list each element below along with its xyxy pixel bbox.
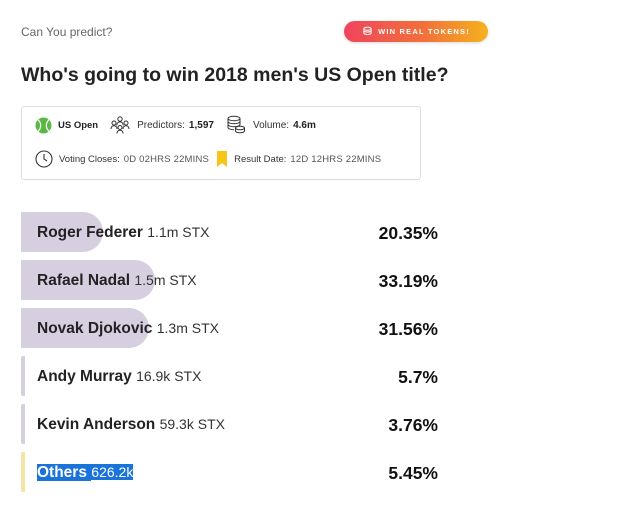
option-amount: 16.9k STX <box>136 368 202 384</box>
option-amount: 59.3k STX <box>159 416 225 432</box>
option-percent: 5.7% <box>398 367 438 387</box>
coin-stack-icon <box>362 26 373 37</box>
option-row[interactable]: Andy Murray 16.9k STX 5.7% <box>21 356 441 396</box>
option-name: Rafael Nadal <box>37 272 131 289</box>
info-row-stats: US Open Predictors: 1,597 Volume: 4.6m <box>35 115 316 135</box>
option-amount: 1.3m STX <box>156 320 219 336</box>
win-tokens-button[interactable]: WIN REAL TOKENS! <box>344 21 488 42</box>
clock-icon <box>35 150 53 168</box>
option-row[interactable]: Rafael Nadal 1.5m STX 33.19% <box>21 260 441 300</box>
page-title: Who's going to win 2018 men's US Open ti… <box>21 64 449 86</box>
voting-label: Voting Closes: <box>59 153 120 165</box>
option-percent: 20.35% <box>378 223 438 243</box>
option-amount: 1.1m STX <box>147 224 210 240</box>
eyebrow-text: Can You predict? <box>21 25 113 39</box>
option-share-bar <box>21 356 25 396</box>
option-name: Others <box>37 464 87 481</box>
voting-value: 0D 02HRS 22MINS <box>123 153 210 165</box>
predictors-value: 1,597 <box>188 119 214 131</box>
option-share-bar <box>21 404 25 444</box>
predictors-label: Predictors: <box>137 119 185 131</box>
option-row[interactable]: Kevin Anderson 59.3k STX 3.76% <box>21 404 441 444</box>
option-percent: 3.76% <box>388 415 438 435</box>
coin-stack-icon <box>226 115 246 135</box>
volume-label: Volume: <box>252 119 290 131</box>
option-share-bar <box>21 452 25 492</box>
option-name: Andy Murray <box>37 368 132 385</box>
option-amount: 1.5m STX <box>134 272 197 288</box>
option-percent: 33.19% <box>378 271 438 291</box>
info-row-dates: Voting Closes: 0D 02HRS 22MINS Result Da… <box>35 149 381 169</box>
option-row[interactable]: Others 626.2k 5.45% <box>21 452 441 492</box>
option-percent: 31.56% <box>378 319 438 339</box>
option-name: Kevin Anderson <box>37 416 156 433</box>
event-info-card: US Open Predictors: 1,597 Volume: 4.6m V… <box>21 106 421 180</box>
option-name: Roger Federer <box>37 224 143 241</box>
tennis-ball-icon <box>35 117 52 134</box>
option-amount: 626.2k <box>91 464 134 480</box>
result-label: Result Date: <box>234 153 287 165</box>
option-percent: 5.45% <box>388 463 438 483</box>
promo-label: WIN REAL TOKENS! <box>378 27 470 36</box>
option-row[interactable]: Novak Djokovic 1.3m STX 31.56% <box>21 308 441 348</box>
option-row[interactable]: Roger Federer 1.1m STX 20.35% <box>21 212 441 252</box>
people-group-icon <box>110 116 130 134</box>
bookmark-icon <box>216 151 228 167</box>
volume-value: 4.6m <box>293 119 316 131</box>
prediction-page: Can You predict? WIN REAL TOKENS! Who's … <box>0 0 631 532</box>
result-value: 12D 12HRS 22MINS <box>290 153 382 165</box>
event-name: US Open <box>58 119 99 131</box>
option-name: Novak Djokovic <box>37 320 153 337</box>
